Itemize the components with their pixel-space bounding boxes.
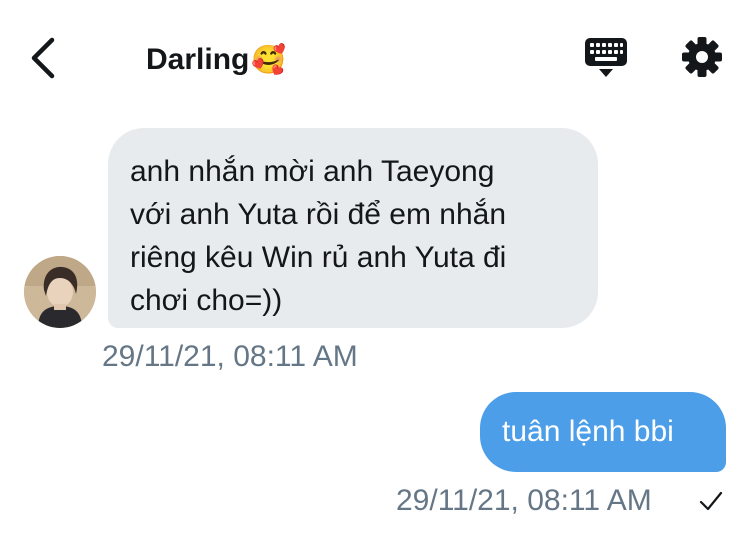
message-bubble-incoming[interactable]: anh nhắn mời anh Taeyong với anh Yuta rồ… xyxy=(108,128,598,328)
chevron-left-icon xyxy=(31,37,55,79)
back-button[interactable] xyxy=(24,34,64,82)
keyboard-button[interactable] xyxy=(584,36,628,80)
dm-conversation-screen: Darling🥰 anh nhắn mời anh Taeyong với an… xyxy=(0,0,750,534)
checkmark-icon xyxy=(699,491,723,511)
message-text-incoming: anh nhắn mời anh Taeyong với anh Yuta rồ… xyxy=(130,155,507,317)
message-text-outgoing: tuân lệnh bbi xyxy=(502,415,674,448)
gear-icon xyxy=(682,37,722,77)
avatar[interactable] xyxy=(24,256,96,328)
title-emoji: 🥰 xyxy=(251,44,287,75)
keyboard-icon xyxy=(585,38,627,77)
message-bubble-outgoing[interactable]: tuân lệnh bbi xyxy=(480,392,726,472)
avatar-photo xyxy=(24,256,96,328)
message-timestamp-outgoing: 29/11/21, 08:11 AM xyxy=(396,484,652,517)
conversation-title-text: Darling xyxy=(146,43,250,76)
conversation-title[interactable]: Darling🥰 xyxy=(146,40,286,80)
settings-button[interactable] xyxy=(681,36,723,78)
message-timestamp-incoming: 29/11/21, 08:11 AM xyxy=(102,340,358,373)
